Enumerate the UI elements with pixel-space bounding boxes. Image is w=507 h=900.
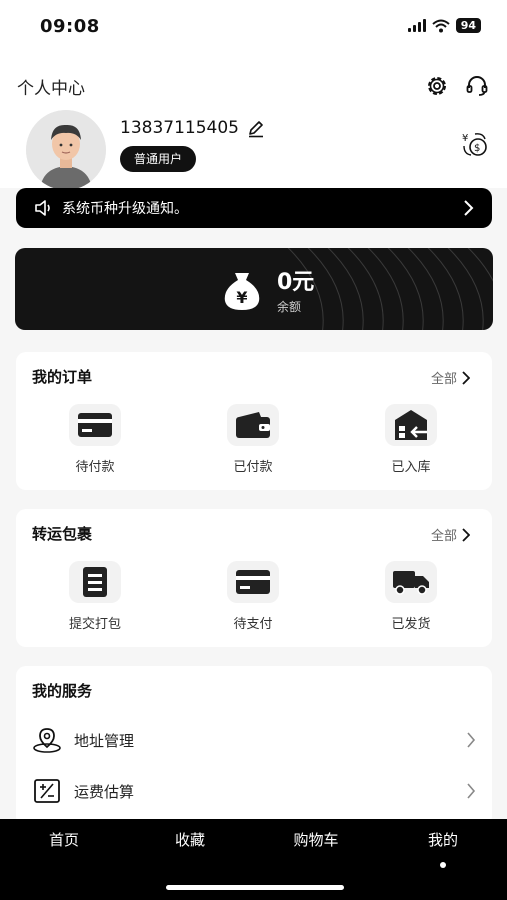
transit-submit-packing-label: 提交打包 xyxy=(68,617,121,632)
orders-panel: 我的订单 全部 待付款 已付款 已入库 xyxy=(16,352,492,490)
services-panel: 我的服务 地址管理 运费估算 xyxy=(16,666,492,826)
wallet-icon xyxy=(227,404,279,446)
tab-cart[interactable]: 购物车 xyxy=(286,829,346,850)
transit-shipped-label: 已发货 xyxy=(391,617,431,632)
currency-exchange-icon[interactable]: ¥ $ xyxy=(461,130,489,162)
tab-cart-label: 购物车 xyxy=(293,831,339,849)
location-icon xyxy=(33,728,61,753)
chevron-right-icon xyxy=(462,370,470,385)
user-phone-number: 13837115405 xyxy=(120,118,239,138)
edit-pencil-icon[interactable] xyxy=(247,120,265,142)
bottom-tab-bar: 首页 收藏 购物车 我的 xyxy=(0,819,507,900)
transit-title: 转运包裹 xyxy=(32,525,93,543)
battery-indicator: 94 xyxy=(455,18,481,33)
settings-gear-icon[interactable] xyxy=(423,72,451,100)
chevron-right-icon xyxy=(467,732,476,748)
order-in-warehouse[interactable]: 已入库 xyxy=(332,404,490,475)
tab-favorites[interactable]: 收藏 xyxy=(170,829,210,850)
transit-panel: 转运包裹 全部 提交打包 待支付 已发货 xyxy=(16,509,492,647)
tab-favorites-label: 收藏 xyxy=(174,831,205,849)
service-address-management[interactable]: 地址管理 xyxy=(32,718,476,762)
tab-home[interactable]: 首页 xyxy=(44,829,84,850)
speaker-icon xyxy=(35,200,50,216)
transit-view-all-link[interactable]: 全部 xyxy=(431,525,470,544)
transit-all-label: 全部 xyxy=(430,529,457,544)
services-title: 我的服务 xyxy=(32,682,93,700)
svg-text:$: $ xyxy=(474,143,480,154)
profile-header: 个人中心 13837115405 普通用户 ¥ $ xyxy=(0,54,507,190)
chevron-right-icon xyxy=(467,783,476,799)
warehouse-icon xyxy=(385,404,437,446)
orders-view-all-link[interactable]: 全部 xyxy=(431,368,470,387)
user-level-badge: 普通用户 xyxy=(120,146,197,172)
home-indicator xyxy=(166,885,344,890)
balance-label: 余额 xyxy=(277,300,302,314)
money-bag-symbol: ¥ xyxy=(236,288,247,307)
service-shipping-label: 运费估算 xyxy=(74,782,135,801)
orders-all-label: 全部 xyxy=(430,372,457,387)
avatar[interactable] xyxy=(26,110,106,190)
tab-profile[interactable]: 我的 xyxy=(423,829,463,869)
service-shipping-estimate[interactable]: 运费估算 xyxy=(32,769,476,813)
order-paid[interactable]: 已付款 xyxy=(174,404,332,475)
service-address-label: 地址管理 xyxy=(74,731,135,750)
document-icon xyxy=(69,561,121,603)
money-bag-icon: ¥ xyxy=(224,272,260,310)
order-pending-payment-label: 待付款 xyxy=(75,460,115,475)
transit-submit-packing[interactable]: 提交打包 xyxy=(16,561,174,632)
transit-shipped[interactable]: 已发货 xyxy=(332,561,490,632)
balance-card[interactable]: ¥ 0元 余额 xyxy=(15,248,493,330)
balance-amount: 0元 xyxy=(277,270,315,295)
card-icon xyxy=(69,404,121,446)
card-icon xyxy=(227,561,279,603)
tab-profile-label: 我的 xyxy=(427,831,458,849)
truck-icon xyxy=(385,561,437,603)
page-title: 个人中心 xyxy=(17,79,85,99)
order-in-warehouse-label: 已入库 xyxy=(391,460,431,475)
transit-pending-payment-label: 待支付 xyxy=(233,617,273,632)
chevron-right-icon xyxy=(464,200,474,216)
notice-text: 系统币种升级通知。 xyxy=(62,201,188,217)
transit-pending-payment[interactable]: 待支付 xyxy=(174,561,332,632)
chevron-right-icon xyxy=(462,527,470,542)
order-paid-label: 已付款 xyxy=(233,460,273,475)
calculator-icon xyxy=(34,779,60,803)
status-time: 09:08 xyxy=(40,16,100,37)
status-icons: 94 xyxy=(407,18,481,33)
orders-title: 我的订单 xyxy=(32,368,93,386)
customer-service-headset-icon[interactable] xyxy=(463,72,491,100)
signal-icon xyxy=(407,19,426,32)
status-bar: 09:08 94 xyxy=(0,0,507,54)
active-tab-dot xyxy=(440,862,446,868)
order-pending-payment[interactable]: 待付款 xyxy=(16,404,174,475)
tab-home-label: 首页 xyxy=(48,831,79,849)
svg-text:¥: ¥ xyxy=(462,133,468,144)
notice-bar[interactable]: 系统币种升级通知。 xyxy=(16,188,492,228)
wifi-icon xyxy=(432,19,450,32)
